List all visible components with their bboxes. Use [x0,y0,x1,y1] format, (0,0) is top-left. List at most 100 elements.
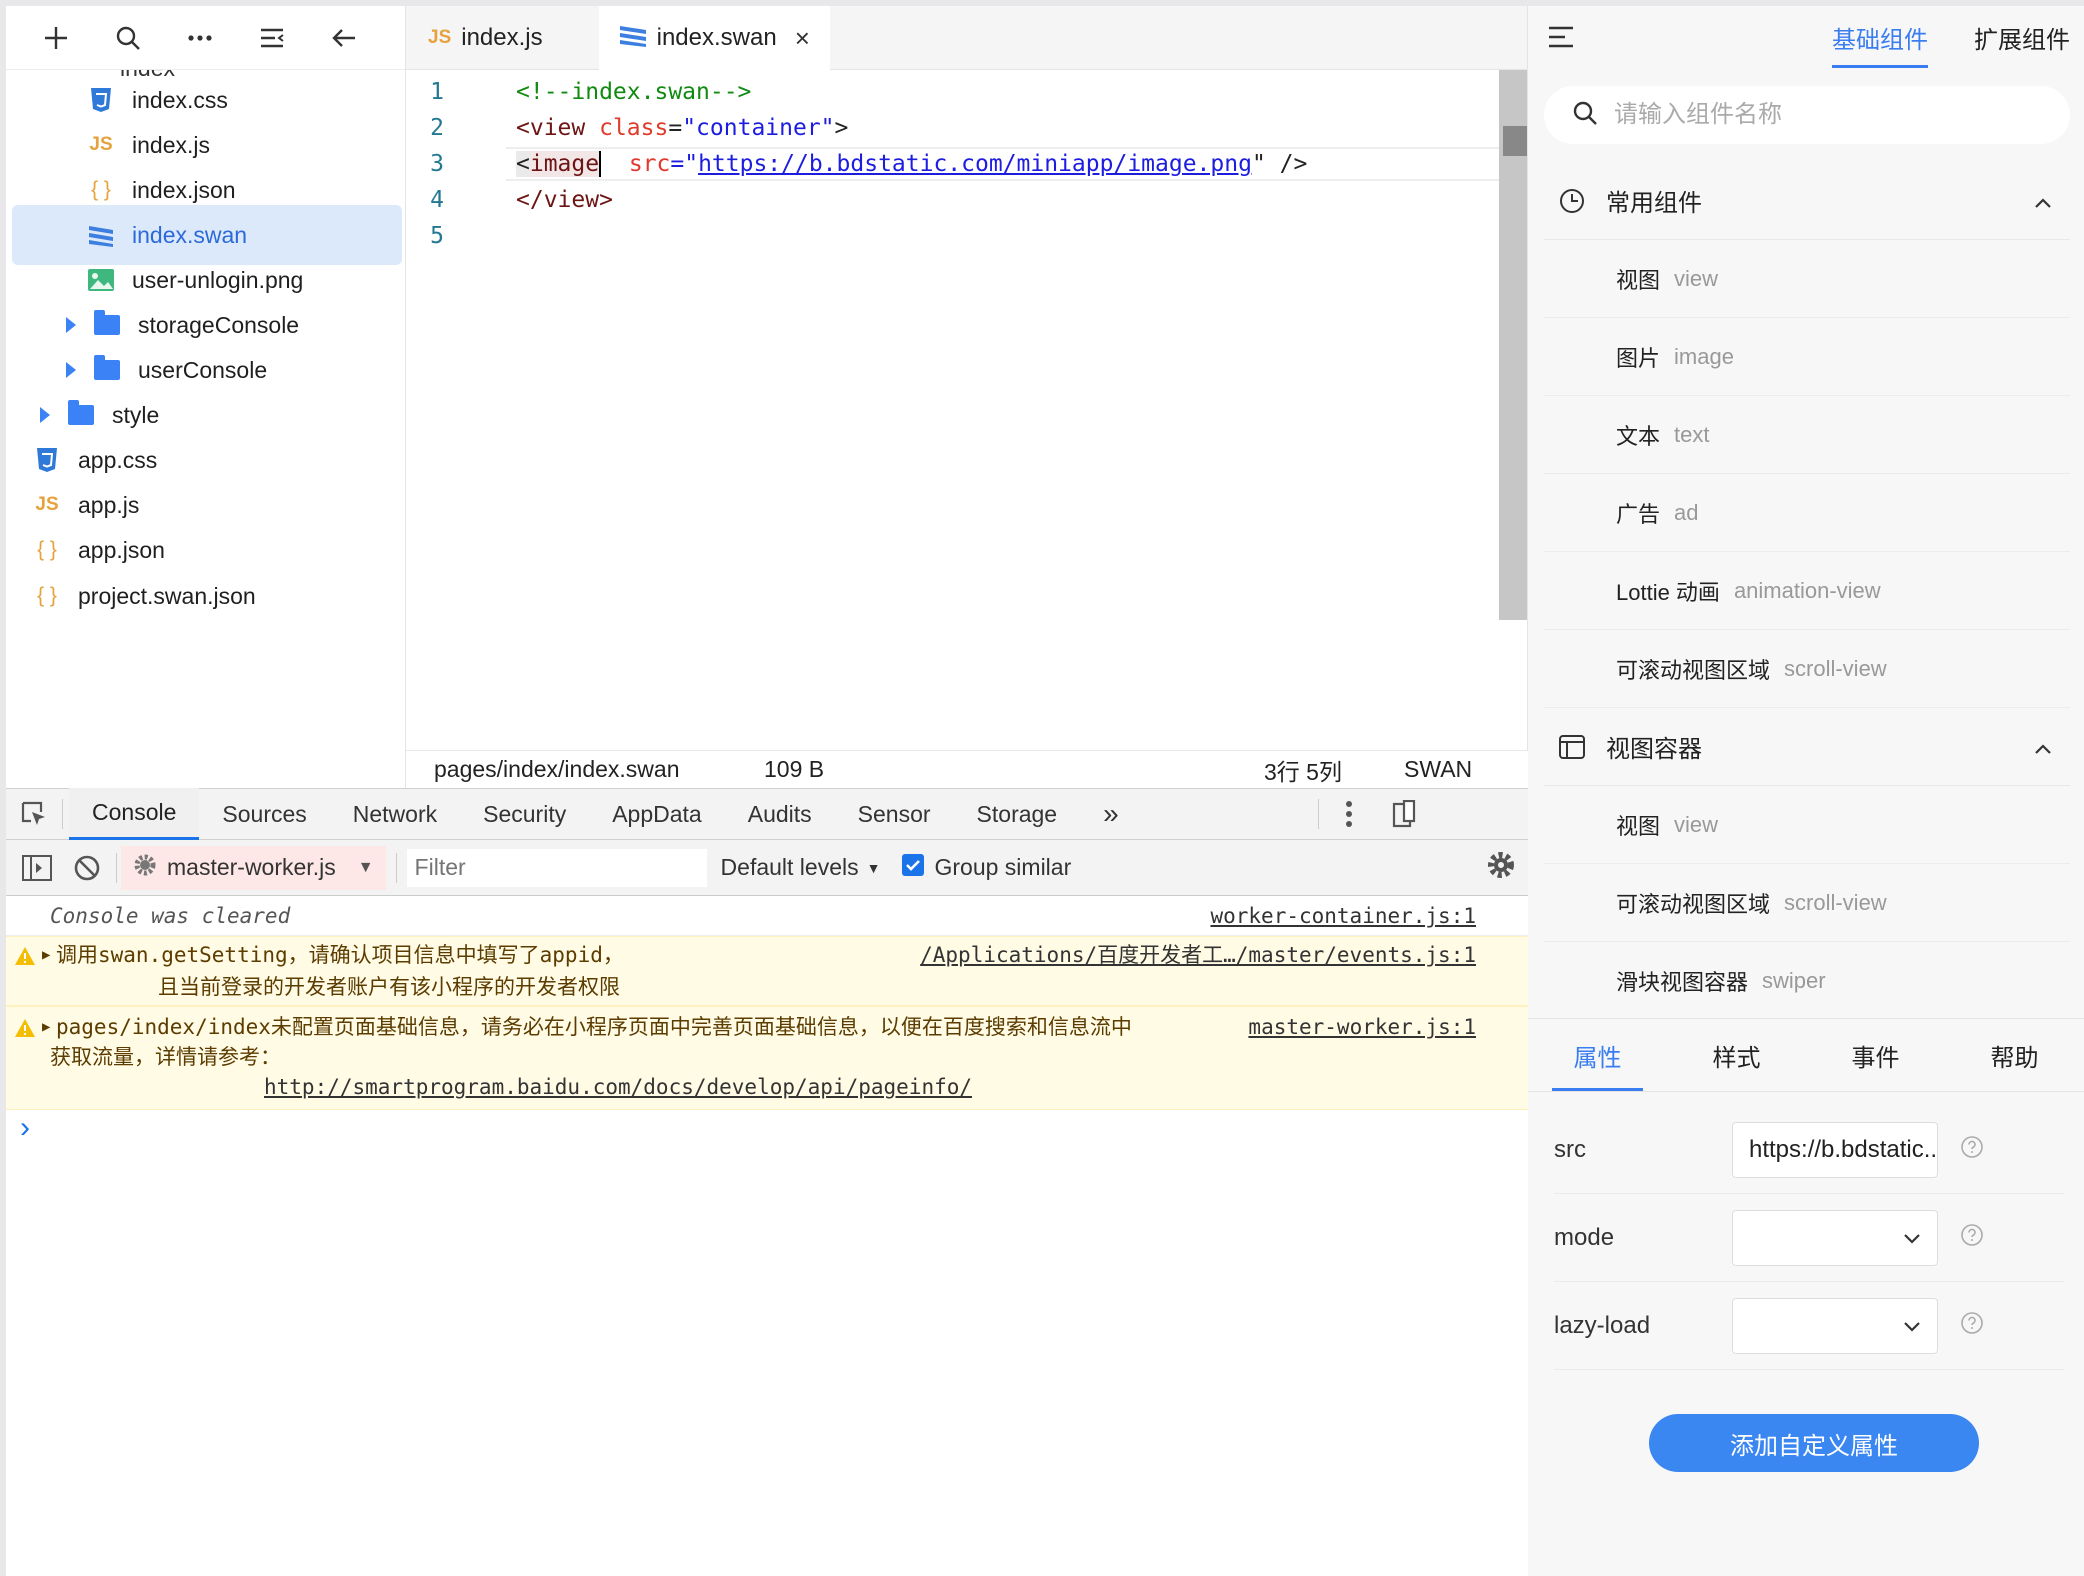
tree-item-label: app.json [78,536,165,563]
image-icon [86,268,116,292]
back-arrow-icon[interactable] [328,22,360,54]
chevron-up-icon[interactable] [2034,734,2052,762]
tab-audits[interactable]: Audits [725,788,835,840]
tab-console[interactable]: Console [69,788,200,840]
tab-basic-components[interactable]: 基础组件 [1832,20,1928,68]
code-editor: JS index.js index.swan × 1 <!--index.swan… [406,6,1528,788]
console-filter-input[interactable] [406,848,707,887]
message-source-link[interactable]: master-worker.js:1 [1242,1011,1476,1043]
editor-scrollbar[interactable] [1499,70,1527,620]
expand-triangle-icon[interactable]: ▶ [42,1011,50,1043]
search-icon[interactable] [112,22,144,54]
tab-styles[interactable]: 样式 [1667,1019,1806,1091]
more-icon[interactable] [184,22,216,54]
tree-item-label: user-unlogin.png [132,266,304,293]
message-link[interactable]: http://smartprogram.baidu.com/docs/devel… [264,1071,972,1103]
clock-icon [1544,187,1600,215]
prop-src: src https://b.bdstatic.... [1554,1106,2064,1194]
component-name-en: swiper [1762,968,1826,993]
tree-item-label: index.css [132,86,228,113]
log-levels-dropdown[interactable]: Default levels ▼ [721,854,881,881]
context-selector[interactable]: master-worker.js ▼ [121,845,386,890]
gear-icon [133,853,157,883]
settings-gear-icon[interactable] [1486,850,1516,886]
prompt-chevron-icon: › [20,1111,30,1144]
component-item[interactable]: 视图 view [1544,786,2070,864]
expand-triangle-icon[interactable]: ▶ [42,939,50,971]
console-prompt[interactable]: › [6,1112,1528,1152]
chevron-up-icon[interactable] [2034,188,2052,216]
message-source-link[interactable]: /Applications/百度开发者工…/master/events.js:1 [920,939,1476,971]
lazy-load-select[interactable] [1732,1297,1938,1354]
tab-storage[interactable]: Storage [954,788,1081,840]
folder-icon [94,355,120,380]
code-token: "container" [682,115,835,141]
tab-attributes[interactable]: 属性 [1528,1019,1667,1091]
tab-label: index.swan [656,24,777,51]
tab-network[interactable]: Network [330,788,460,840]
tab-help[interactable]: 帮助 [1945,1019,2084,1091]
component-search[interactable] [1544,86,2070,144]
swan-icon [86,223,116,247]
help-icon[interactable] [1960,1223,1984,1252]
tab-extended-components[interactable]: 扩展组件 [1974,20,2070,55]
component-item[interactable]: 视图 view [1544,240,2070,318]
tab-index-swan[interactable]: index.swan × [598,6,830,70]
tab-label: index.js [461,24,543,51]
expand-caret-icon[interactable] [66,362,76,378]
collapse-all-icon[interactable] [256,22,288,54]
expand-caret-icon[interactable] [40,407,50,423]
src-input[interactable]: https://b.bdstatic.... [1732,1121,1938,1178]
section-common-components[interactable]: 常用组件 [1544,162,2070,240]
checkbox-checked-icon [902,853,925,882]
code-link[interactable]: https://b.bdstatic.com/miniapp/image.png [698,151,1252,177]
scrollbar-thumb[interactable] [1503,126,1527,156]
component-item[interactable]: Lottie 动画 animation-view [1544,552,2070,630]
component-item[interactable]: 广告 ad [1544,474,2070,552]
inspect-element-icon[interactable] [6,800,62,828]
tab-sources[interactable]: Sources [199,788,329,840]
message-text: pages/index/index未配置页面基础信息，请务必在小程序页面中完善页… [56,1015,1132,1039]
tab-appdata[interactable]: AppData [589,788,725,840]
message-source-link[interactable]: worker-container.js:1 [1210,900,1476,932]
group-similar-checkbox[interactable]: Group similar [902,853,1071,882]
component-name-en: scroll-view [1784,889,1887,915]
tree-item-project-swan-json[interactable]: { } project.swan.json [12,566,402,626]
tab-sensor[interactable]: Sensor [835,788,954,840]
component-item[interactable]: 可滚动视图区域 scroll-view [1544,630,2070,708]
mode-select[interactable] [1732,1209,1938,1266]
component-name-zh: 图片 [1616,345,1661,371]
section-view-containers[interactable]: 视图容器 [1544,708,2070,786]
more-tabs-icon[interactable]: » [1080,788,1142,840]
code-token: > [834,115,849,141]
component-item[interactable]: 滑块视图容器 swiper [1544,942,2070,1020]
kebab-menu-icon[interactable] [1319,800,1379,828]
close-tab-icon[interactable]: × [795,23,810,54]
js-icon: JS [89,134,113,155]
code-area[interactable]: 1 <!--index.swan--> 2 <view class="contain… [406,70,1500,750]
section-title: 视图容器 [1606,736,1702,763]
expand-caret-icon[interactable] [66,317,76,333]
json-icon: { } [91,178,111,201]
component-name-zh: 可滚动视图区域 [1616,891,1771,917]
tab-security[interactable]: Security [460,788,589,840]
sidebar-toggle-icon[interactable] [12,854,62,881]
component-search-input[interactable] [1614,101,2014,129]
ide-window: index index.css JS index.js { } index.js… [0,0,2084,1576]
code-token: < [516,151,530,177]
tree-item-label: index.json [132,176,236,203]
clear-console-icon[interactable] [62,854,112,882]
add-icon[interactable] [40,22,72,54]
add-custom-attribute-button[interactable]: 添加自定义属性 [1649,1414,1979,1472]
component-item[interactable]: 图片 image [1544,318,2070,396]
panel-menu-icon[interactable] [1548,26,1576,53]
tab-index-js[interactable]: JS index.js [406,6,599,70]
component-item[interactable]: 可滚动视图区域 scroll-view [1544,864,2070,942]
line-number: 3 [430,151,444,177]
help-icon[interactable] [1960,1311,1984,1340]
help-icon[interactable] [1960,1135,1984,1164]
tab-events[interactable]: 事件 [1806,1019,1945,1091]
component-item[interactable]: 文本 text [1544,396,2070,474]
dock-side-icon[interactable] [1379,800,1429,828]
prop-mode: mode [1554,1194,2064,1282]
